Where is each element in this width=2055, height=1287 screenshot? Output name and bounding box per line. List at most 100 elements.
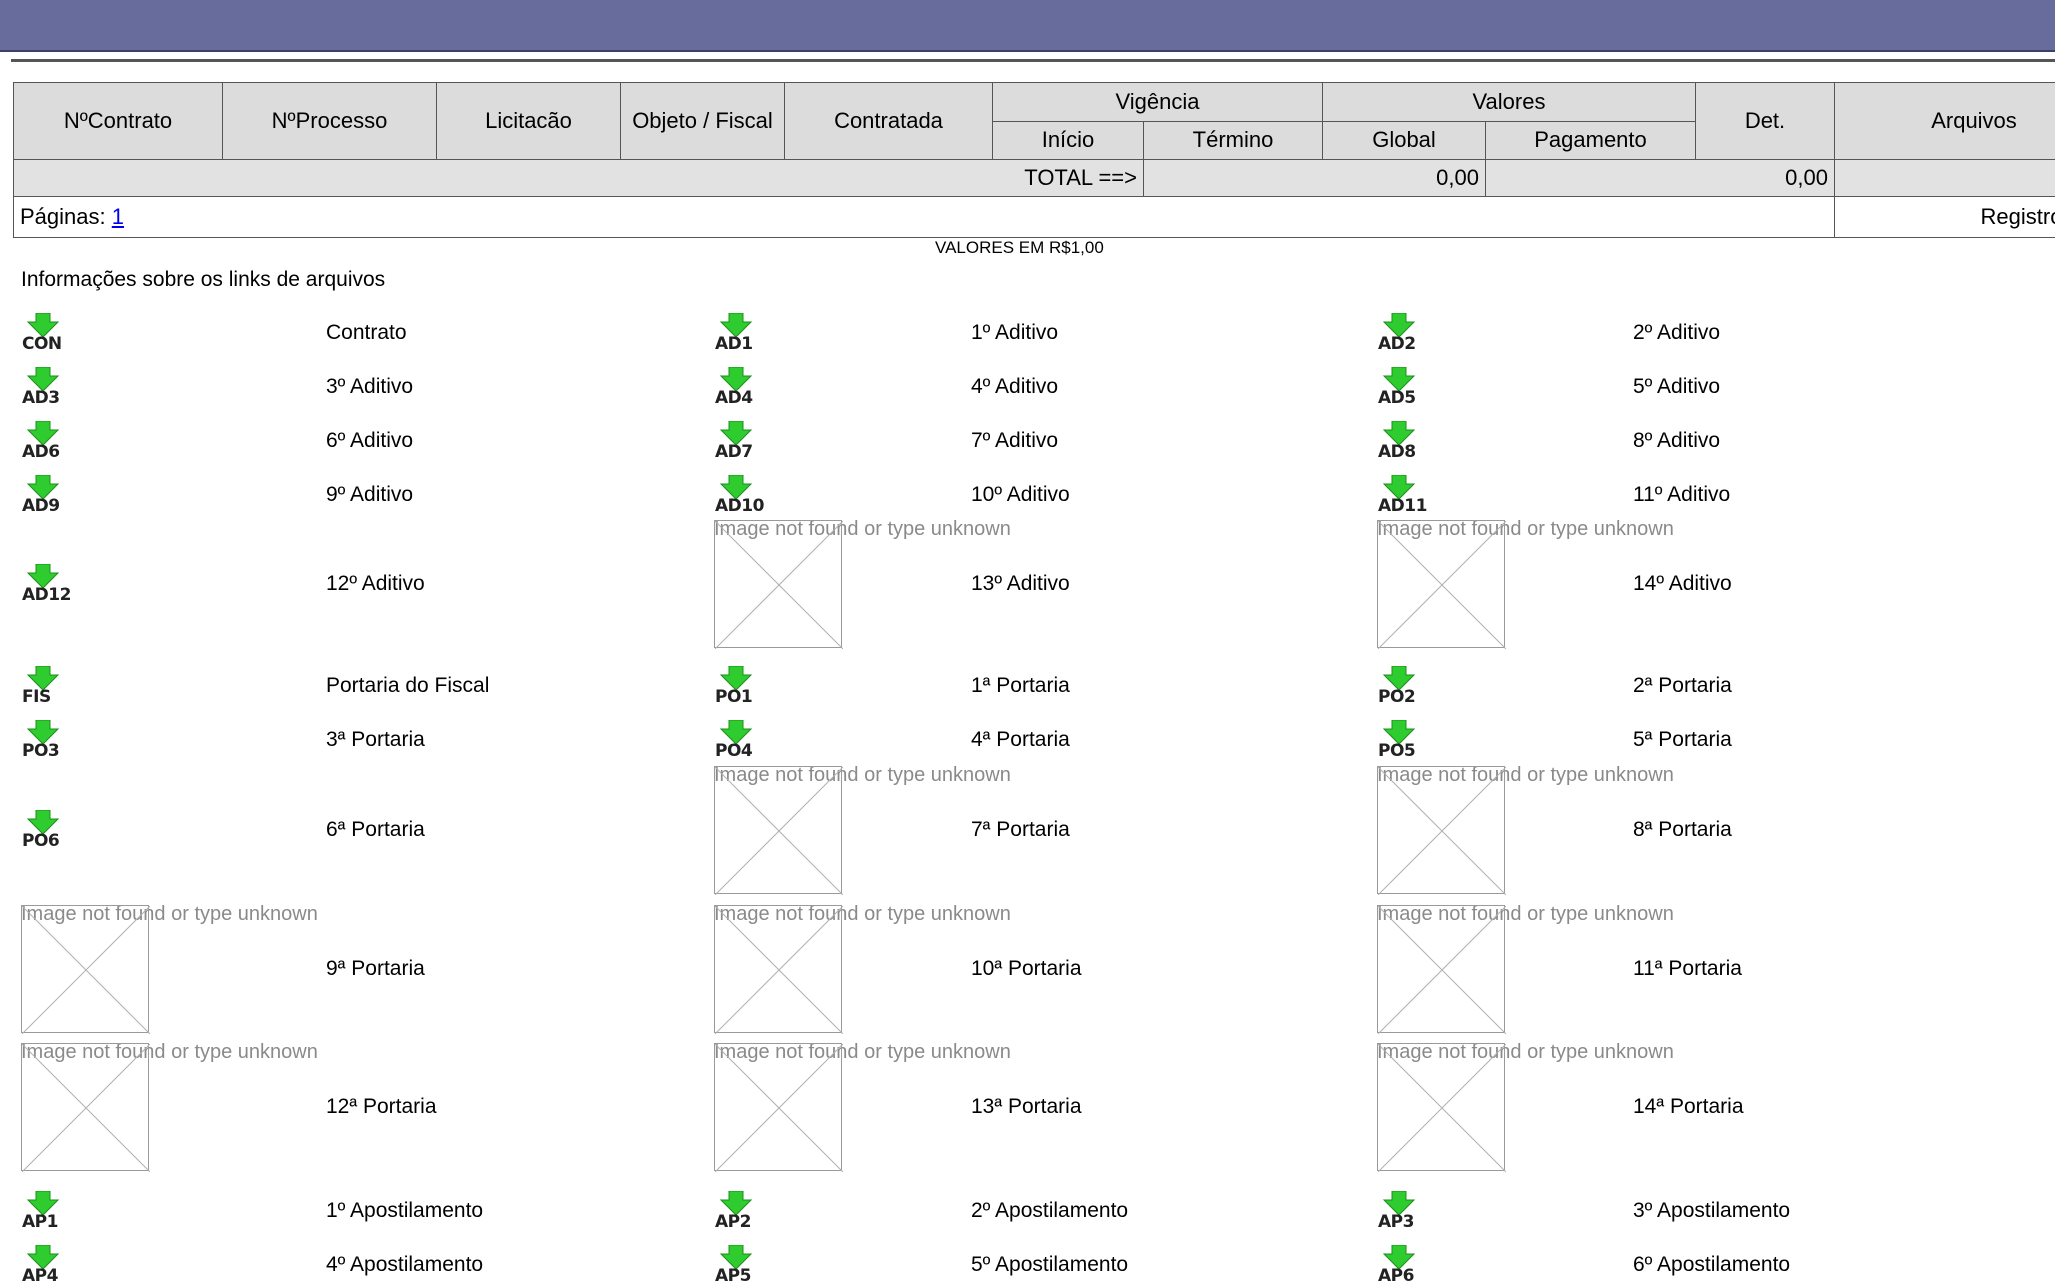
download-ap2-icon: AP2 [714,1191,760,1233]
legend-label: 10ª Portaria [971,957,1082,981]
col-header-valores: Valores [1323,83,1696,122]
download-po3-icon: PO3 [21,720,67,762]
total-empty [1835,160,2055,197]
legend-label: 3ª Portaria [326,728,425,752]
legend-label: 12ª Portaria [326,1095,437,1119]
download-ap5-icon: AP5 [714,1245,760,1287]
icon-code: PO5 [1378,741,1415,761]
legend-label: 8ª Portaria [1633,818,1732,842]
download-ad4-icon: AD4 [714,367,760,409]
legend-label: 3º Apostilamento [1633,1199,1790,1223]
col-header-objeto[interactable]: Objeto / Fiscal [621,83,785,160]
legend-label: 14º Aditivo [1633,572,1732,596]
download-fis-icon: FIS [21,666,67,708]
download-ad6-icon: AD6 [21,421,67,463]
legend-label: 7ª Portaria [971,818,1070,842]
download-ad11-icon: AD11 [1377,475,1423,517]
col-header-contrato[interactable]: NºContrato [14,83,223,160]
download-ap6-icon: AP6 [1377,1245,1423,1287]
legend-label: 6º Aditivo [326,429,413,453]
pages-label: Páginas: [20,204,106,229]
icon-code: AP6 [1378,1266,1414,1286]
legend-label: 5º Aditivo [1633,375,1720,399]
records-count: Registros:111 [1835,197,2055,238]
col-header-termino[interactable]: Término [1144,121,1323,160]
col-header-global[interactable]: Global [1323,121,1486,160]
col-header-arquivos: Arquivos [1835,83,2055,160]
col-header-inicio[interactable]: Início [993,121,1144,160]
icon-code: AD4 [715,388,753,408]
legend-label: 4º Aditivo [971,375,1058,399]
download-ad2-icon: AD2 [1377,313,1423,355]
icon-code: PO1 [715,687,752,707]
legend-label: 6ª Portaria [326,818,425,842]
icon-code: AP3 [1378,1212,1414,1232]
icon-code: AP5 [715,1266,751,1286]
download-ad3-icon: AD3 [21,367,67,409]
legend-label: 1ª Portaria [971,674,1070,698]
icon-code: PO3 [22,741,59,761]
broken-image-placeholder [714,520,842,648]
icon-code: PO2 [1378,687,1415,707]
broken-image-placeholder [1377,1043,1505,1171]
legend-label: 2ª Portaria [1633,674,1732,698]
legend-label: 8º Aditivo [1633,429,1720,453]
col-header-licitacao[interactable]: Licitacão [437,83,621,160]
icon-code: CON [22,334,62,354]
legend-label: Contrato [326,321,407,345]
col-header-processo[interactable]: NºProcesso [223,83,437,160]
legend-label: 9ª Portaria [326,957,425,981]
icon-code: AD2 [1378,334,1416,354]
download-ad10-icon: AD10 [714,475,760,517]
icon-code: AD9 [22,496,60,516]
download-ap1-icon: AP1 [21,1191,67,1233]
legend-label: 13ª Portaria [971,1095,1082,1119]
download-con-icon: CON [21,313,67,355]
col-header-contratada[interactable]: Contratada [785,83,993,160]
broken-image-placeholder [21,1043,149,1171]
download-po4-icon: PO4 [714,720,760,762]
download-ap4-icon: AP4 [21,1245,67,1287]
broken-image-placeholder [1377,520,1505,648]
page-link-1[interactable]: 1 [112,204,124,229]
legend-label: Portaria do Fiscal [326,674,489,698]
broken-image-placeholder [714,905,842,1033]
legend-label: 10º Aditivo [971,483,1070,507]
legend-label: 13º Aditivo [971,572,1070,596]
legend-label: 12º Aditivo [326,572,425,596]
legend-label: 5ª Portaria [1633,728,1732,752]
download-ad9-icon: AD9 [21,475,67,517]
links-info-title: Informações sobre os links de arquivos [21,268,385,292]
legend-label: 2º Apostilamento [971,1199,1128,1223]
legend-label: 1º Aditivo [971,321,1058,345]
icon-code: AD8 [1378,442,1416,462]
total-global: 0,00 [1144,160,1486,197]
legend-label: 4ª Portaria [971,728,1070,752]
icon-code: AP2 [715,1212,751,1232]
legend-label: 2º Aditivo [1633,321,1720,345]
legend-label: 11ª Portaria [1633,957,1742,981]
icon-code: AD7 [715,442,753,462]
download-ad8-icon: AD8 [1377,421,1423,463]
download-po5-icon: PO5 [1377,720,1423,762]
icon-code: AD3 [22,388,60,408]
total-pagamento: 0,00 [1486,160,1835,197]
col-header-pagamento[interactable]: Pagamento [1486,121,1696,160]
total-label: TOTAL ==> [14,160,1144,197]
broken-image-placeholder [714,1043,842,1171]
legend-label: 1º Apostilamento [326,1199,483,1223]
contracts-table: NºContrato NºProcesso Licitacão Objeto /… [13,82,2055,238]
legend-label: 4º Apostilamento [326,1253,483,1277]
broken-image-placeholder [1377,905,1505,1033]
broken-image-placeholder [21,905,149,1033]
col-header-det: Det. [1696,83,1835,160]
pagination: Páginas: 1 [14,197,1835,238]
icon-code: AD10 [715,496,764,516]
icon-code: AD12 [22,585,71,605]
download-ad7-icon: AD7 [714,421,760,463]
icon-code: FIS [22,687,51,707]
icon-code: AP4 [22,1266,58,1286]
broken-image-placeholder [1377,766,1505,894]
col-header-vigencia: Vigência [993,83,1323,122]
icon-code: AD5 [1378,388,1416,408]
